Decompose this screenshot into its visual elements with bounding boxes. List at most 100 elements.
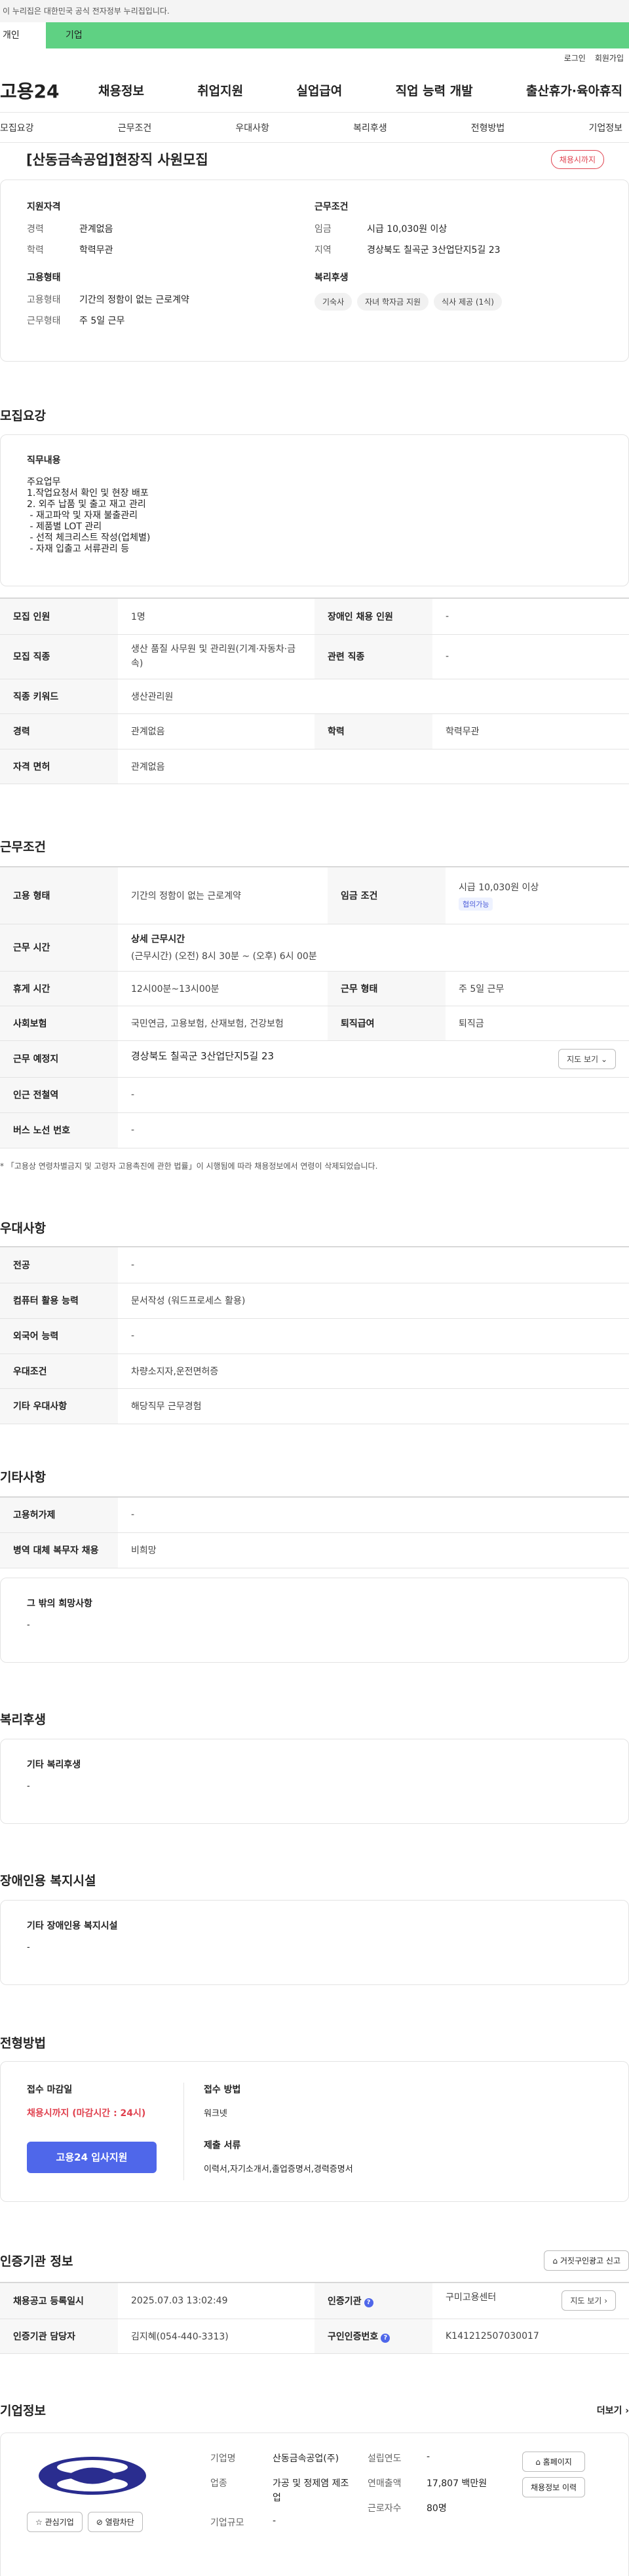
company-logo-area: ☆ 관심기업 ⊘ 열람차단 [27, 2453, 158, 2532]
table-value: 국민연금, 고용보험, 산재보험, 건강보험 [118, 1006, 328, 1041]
job-history-button[interactable]: 채용정보 이력 [522, 2477, 586, 2497]
block-company-button[interactable]: ⊘ 열람차단 [87, 2512, 143, 2532]
hours-cell: 상세 근무시간 (근무시간) (오전) 8시 30분 ~ (오후) 6시 00분 [118, 924, 629, 972]
qualification-group: 지원자격 경력 관계없음 학력 학력무관 [27, 200, 314, 256]
table-value: 생산 품질 사무원 및 관리원(기계·자동차·금속) [118, 634, 314, 679]
summary-row: 근무형태 주 5일 근무 [27, 314, 314, 327]
field-key: 기업명 [210, 2453, 236, 2464]
summary-value: 기간의 정함이 없는 근로계약 [79, 295, 189, 305]
site-logo[interactable]: 고용24 [0, 77, 98, 104]
tab-company[interactable]: 기업 [46, 22, 629, 48]
table-value: K141212507030017 [432, 2319, 629, 2354]
job-description-text: 주요업무 1.작업요청서 확인 및 현장 배포 2. 외주 납품 및 출고 재고… [27, 477, 151, 554]
company-field: 기업명 산동금속공업(주) [210, 2452, 351, 2466]
gnb-item-parental-leave[interactable]: 출산휴가·육아휴직 [526, 81, 622, 99]
home-icon: ⌂ [535, 2457, 541, 2467]
other-wishes-box: 그 밖의 희망사항 - [0, 1578, 629, 1663]
table-row: 전공 - [0, 1247, 629, 1283]
apply-button[interactable]: 고용24 입사지원 [27, 2142, 157, 2173]
company-fields-left: 기업명 산동금속공업(주) 업종 가공 및 정제염 제조업 기업규모 - [210, 2452, 351, 2529]
table-key: 모집 직종 [0, 634, 118, 679]
table-key: 관련 직종 [314, 634, 432, 679]
help-icon[interactable]: ? [381, 2333, 391, 2343]
chevron-right-icon: › [604, 2296, 607, 2306]
gnb-item-employment-support[interactable]: 취업지원 [197, 81, 243, 99]
login-link[interactable]: 로그인 [564, 48, 586, 68]
table-row: 채용공고 등록일시 2025.07.03 13:02:49 인증기관? 구미고용… [0, 2282, 629, 2319]
summary-row: 경력 관계없음 [27, 222, 314, 235]
docs-heading: 제출 서류 [204, 2140, 241, 2151]
welfare-chip: 기숙사 [314, 293, 353, 311]
gnb-item-jobs[interactable]: 채용정보 [98, 81, 144, 99]
field-value: 가공 및 정제염 제조업 [273, 2478, 349, 2503]
table-value: 김지혜(054-440-3313) [118, 2319, 314, 2354]
star-icon: ☆ [35, 2518, 43, 2527]
place-cell: 경상북도 칠곡군 3산업단지5길 23 지도 보기 ⌄ [118, 1040, 629, 1078]
field-key: 업종 [210, 2478, 227, 2489]
section-title-preferences: 우대사항 [0, 1221, 46, 1236]
map-button[interactable]: 지도 보기 ⌄ [558, 1048, 616, 1069]
disabled-facilities-box: 기타 장애인용 복지시설 - [0, 1900, 629, 1985]
table-key: 근무 시간 [0, 924, 118, 972]
page: 이 누리집은 대한민국 공식 전자정부 누리집입니다. 개인 기업 로그인 회원… [0, 0, 629, 2576]
employment-group: 고용형태 고용형태 기간의 정함이 없는 근로계약 근무형태 주 5일 근무 [27, 271, 314, 327]
process-box: 접수 마감일 채용시까지 (마감시간 : 24시) 고용24 입사지원 접수 방… [0, 2061, 629, 2202]
summary-key: 지역 [314, 245, 332, 256]
job-description-box: 직무내용 주요업무 1.작업요청서 확인 및 현장 배포 2. 외주 납품 및 … [0, 434, 629, 586]
welfare-box-heading: 기타 복리후생 [27, 1760, 81, 1770]
tab-personal[interactable]: 개인 [0, 22, 46, 48]
tab-preferences[interactable]: 우대사항 [235, 121, 269, 134]
agency-header: 인증기관 정보 ⌂ 거짓구인광고 신고 [0, 2250, 629, 2271]
section-title-etc: 기타사항 [0, 1470, 46, 1485]
company-action-buttons: ☆ 관심기업 ⊘ 열람차단 [27, 2512, 158, 2532]
table-value: 비희망 [118, 1532, 629, 1568]
method-heading: 접수 방법 [204, 2085, 241, 2095]
homepage-button[interactable]: ⌂ 홈페이지 [522, 2452, 586, 2472]
table-key: 사회보험 [0, 1006, 118, 1041]
process-right: 접수 방법 워크넷 제출 서류 이력서,자기소개서,졸업증명서,경력증명서 [184, 2083, 353, 2180]
table-value: 관계없음 [118, 713, 314, 749]
table-key: 모집 인원 [0, 598, 118, 635]
tab-welfare[interactable]: 복리후생 [353, 121, 387, 134]
tab-company-info[interactable]: 기업정보 [588, 121, 622, 134]
table-row: 컴퓨터 활용 능력 문서작성 (워드프로세스 활용) [0, 1283, 629, 1319]
field-value: 17,807 백만원 [427, 2478, 487, 2489]
signup-link[interactable]: 회원가입 [595, 48, 624, 68]
table-row: 사회보험 국민연금, 고용보험, 산재보험, 건강보험 퇴직급여 퇴직금 [0, 1006, 629, 1041]
job-summary: [산동금속공업]현장직 사원모집 채용시까지 지원자격 경력 관계없음 학력 학력무… [0, 143, 629, 362]
agency-map-button[interactable]: 지도 보기 › [562, 2290, 616, 2311]
table-row: 자격 면허 관계없음 [0, 749, 629, 784]
age-notice: * 「고용상 연령차별금지 및 고령자 고용촉진에 관한 법률」이 시행됨에 따… [0, 1162, 378, 1171]
tab-process[interactable]: 전형방법 [471, 121, 505, 134]
table-value: 차량소지자,운전면허증 [118, 1354, 629, 1389]
field-value: - [273, 2516, 276, 2526]
favorite-company-button[interactable]: ☆ 관심기업 [27, 2512, 83, 2532]
company-fields-right: 설립연도 - 연매출액 17,807 백만원 근로자수 80명 [368, 2452, 487, 2514]
block-icon: ⊘ [96, 2518, 103, 2527]
help-icon[interactable]: ? [364, 2298, 373, 2307]
agency-table: 채용공고 등록일시 2025.07.03 13:02:49 인증기관? 구미고용… [0, 2282, 629, 2354]
summary-left-col: 지원자격 경력 관계없음 학력 학력무관 고용형태 고용형태 기간의 정함이 없는 근… [27, 200, 314, 341]
table-row: 기타 우대사항 해당직무 근무경험 [0, 1388, 629, 1424]
tab-recruit[interactable]: 모집요강 [0, 121, 34, 134]
company-field: 설립연도 - [368, 2452, 487, 2465]
agency-org-key: 인증기관? [314, 2282, 432, 2319]
wage-value: 시급 10,030원 이상 [459, 882, 539, 893]
report-false-ad-button[interactable]: ⌂ 거짓구인광고 신고 [544, 2250, 629, 2271]
utility-bar: 로그인 회원가입 [0, 48, 629, 68]
gnb-item-unemployment-benefit[interactable]: 실업급여 [296, 81, 342, 99]
company-link-buttons: ⌂ 홈페이지 채용정보 이력 [522, 2452, 586, 2497]
map-button-label: 지도 보기 [567, 1054, 599, 1064]
field-value: 산동금속공업(주) [273, 2453, 339, 2464]
welfare-heading: 복리후생 [314, 273, 349, 283]
company-more-link[interactable]: 더보기 › [597, 2404, 629, 2417]
summary-header: [산동금속공업]현장직 사원모집 채용시까지 [0, 143, 629, 176]
table-value: 12시00분~13시00분 [118, 971, 328, 1006]
table-row: 근무 시간 상세 근무시간 (근무시간) (오전) 8시 30분 ~ (오후) … [0, 924, 629, 972]
deadline-value: 채용시까지 (마감시간 : 24시) [27, 2108, 146, 2119]
hours-value: (근무시간) (오전) 8시 30분 ~ (오후) 6시 00분 [131, 951, 317, 962]
tab-conditions[interactable]: 근무조건 [118, 121, 152, 134]
agency-map-label: 지도 보기 [570, 2296, 602, 2306]
gnb-item-vocational-training[interactable]: 직업 능력 개발 [396, 81, 473, 99]
deadline-badge: 채용시까지 [550, 149, 604, 169]
